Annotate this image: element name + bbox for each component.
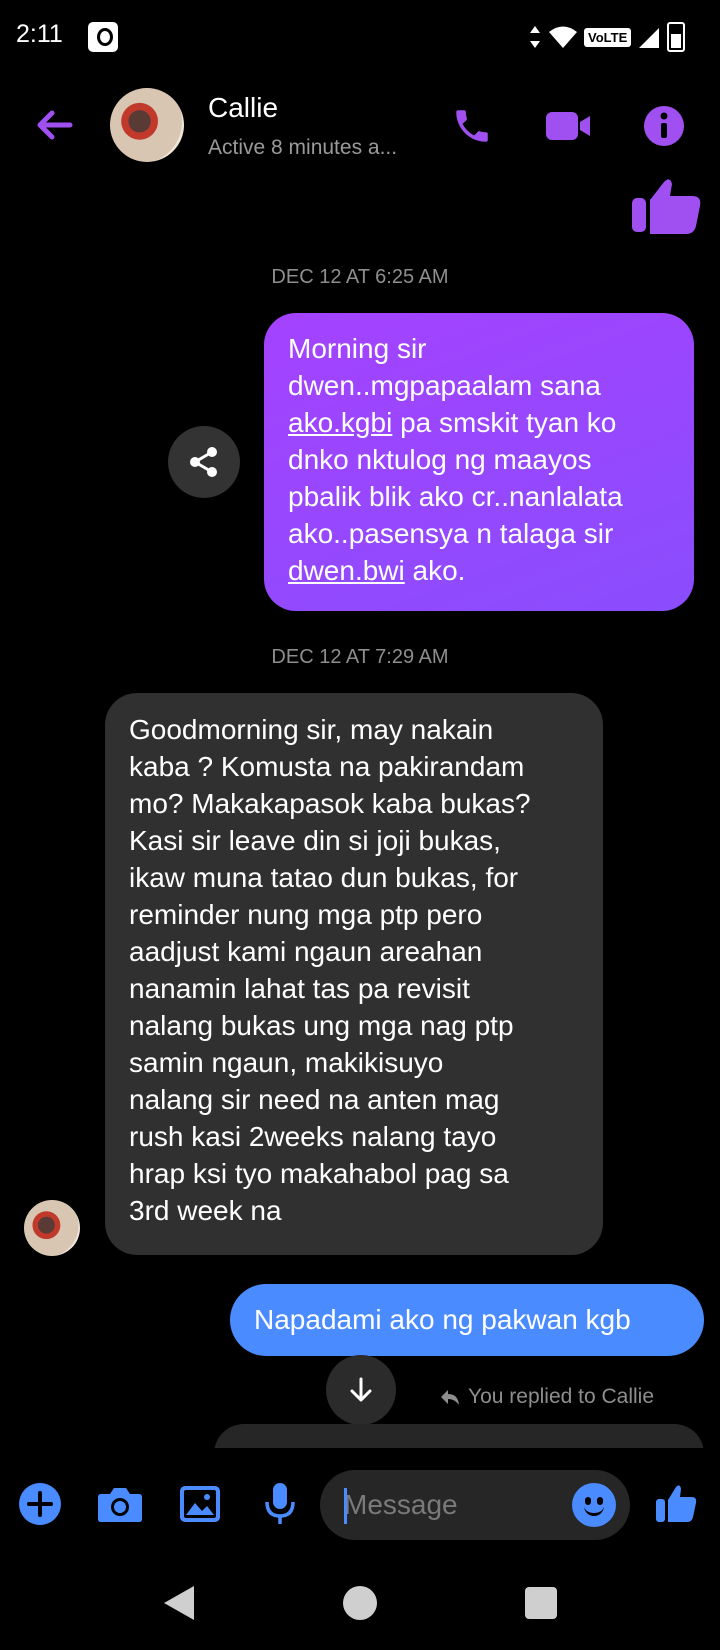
plus-circle-icon: [19, 1483, 61, 1525]
thumbs-up-sticker[interactable]: [630, 176, 704, 241]
status-time: 2:11: [16, 20, 63, 48]
image-icon: [180, 1486, 220, 1522]
microphone-icon: [265, 1483, 295, 1524]
message-line: nanamin lahat tas pa revisit: [129, 973, 470, 1004]
scroll-to-bottom-button[interactable]: [326, 1355, 396, 1425]
incoming-message-bubble[interactable]: Goodmorning sir, may nakain kaba ? Komus…: [105, 693, 603, 1255]
outgoing-message-bubble[interactable]: Napadami ako ng pakwan kgb: [230, 1284, 704, 1356]
message-line: 3rd week na: [129, 1195, 282, 1226]
message-line: kaba ? Komusta na pakirandam: [129, 751, 525, 782]
nav-back-button[interactable]: [164, 1586, 194, 1620]
message-line: samin ngaun, makikisuyo: [129, 1047, 444, 1078]
arrow-left-icon: [37, 110, 73, 140]
message-line: ako..pasensya n talaga sir: [288, 518, 614, 549]
reply-indicator: You replied to Callie: [440, 1385, 654, 1409]
active-status: Active 8 minutes a...: [208, 136, 398, 159]
message-link[interactable]: dwen.bwi: [288, 555, 405, 586]
message-line: dwen.bwi ako.: [288, 555, 466, 586]
message-line: reminder nung mga ptp pero: [129, 899, 483, 930]
info-button[interactable]: [638, 100, 690, 152]
video-camera-icon: [546, 112, 590, 140]
nav-recents-button[interactable]: [525, 1587, 557, 1619]
back-button[interactable]: [30, 100, 80, 150]
text-cursor: [344, 1488, 347, 1524]
message-line: Goodmorning sir, may nakain: [129, 714, 494, 745]
phone-icon: [456, 110, 488, 142]
contact-name[interactable]: Callie: [208, 92, 278, 124]
reply-indicator-text: You replied to Callie: [468, 1385, 655, 1408]
video-call-button[interactable]: [542, 100, 594, 152]
message-line: hrap ksi tyo makahabol pag sa: [129, 1158, 509, 1189]
signal-icon: [639, 28, 660, 48]
thumbs-up-icon: [632, 179, 701, 234]
more-actions-button[interactable]: [14, 1478, 66, 1530]
nav-home-button[interactable]: [343, 1586, 377, 1620]
sender-avatar[interactable]: [24, 1200, 80, 1256]
message-line: rush kasi 2weeks nalang tayo: [129, 1121, 497, 1152]
gallery-button[interactable]: [174, 1478, 226, 1530]
camera-button[interactable]: [94, 1478, 146, 1530]
share-icon: [190, 447, 217, 477]
message-line: Morning sir: [288, 333, 427, 364]
message-line: dwen..mgpapaalam sana: [288, 370, 601, 401]
battery-icon: [667, 22, 686, 52]
message-line: ako.kgbi pa smskit tyan ko: [288, 407, 617, 438]
message-timestamp: DEC 12 AT 7:29 AM: [271, 646, 449, 668]
message-line: nalang sir need na anten mag: [129, 1084, 500, 1115]
voice-call-button[interactable]: [446, 100, 498, 152]
outgoing-message-bubble[interactable]: Morning sir dwen..mgpapaalam sana ako.kg…: [264, 313, 694, 611]
message-line: Kasi sir leave din si joji bukas,: [129, 825, 501, 856]
reply-icon: [441, 1390, 459, 1405]
wifi-icon: [549, 26, 577, 48]
message-line: aadjust kami ngaun areahan: [129, 936, 483, 967]
message-line: nalang bukas ung mga nag ptp: [129, 1010, 514, 1041]
info-icon: [644, 106, 684, 146]
contact-avatar[interactable]: [110, 88, 184, 162]
message-line: ikaw muna tatao dun bukas, for: [129, 862, 519, 893]
message-line: pbalik blik ako cr..nanlalata: [288, 481, 623, 512]
message-link[interactable]: ako.kgbi: [288, 407, 392, 438]
camera-icon: [98, 1488, 142, 1522]
thumbs-up-icon: [656, 1485, 697, 1522]
voice-message-button[interactable]: [254, 1478, 306, 1530]
share-button[interactable]: [168, 426, 240, 498]
app-notification-icon: [88, 22, 118, 52]
message-timestamp: DEC 12 AT 6:25 AM: [271, 266, 449, 288]
message-line: mo? Makakapasok kaba bukas?: [129, 788, 531, 819]
data-arrows-icon: [530, 26, 540, 48]
arrow-down-icon: [350, 1377, 372, 1402]
status-icons: VoLTE: [528, 22, 686, 52]
message-line: dnko nktulog ng maayos: [288, 444, 592, 475]
like-button[interactable]: [650, 1478, 702, 1530]
volte-badge: VoLTE: [584, 27, 632, 47]
